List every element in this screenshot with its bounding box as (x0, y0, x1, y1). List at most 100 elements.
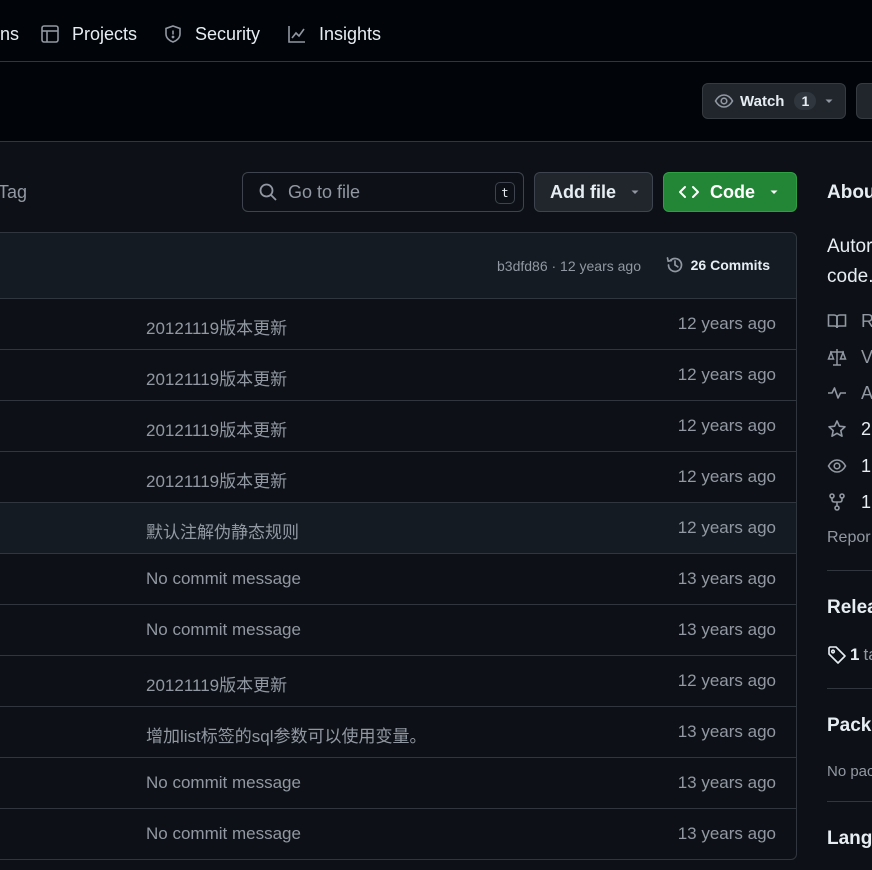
watch-label: Watch (740, 92, 785, 110)
table-row[interactable]: 默认注解伪静态规则 12 years ago (0, 503, 796, 554)
tab-security[interactable]: Security (163, 20, 260, 48)
commit-time: 12 years ago (677, 467, 776, 486)
commit-time: 12 years ago (677, 416, 776, 435)
tags-count: 1 (850, 645, 860, 664)
readme-link[interactable]: R (827, 309, 872, 333)
tags-link[interactable]: Tag (0, 182, 27, 203)
table-row[interactable]: 20121119版本更新 12 years ago (0, 452, 796, 503)
search-input[interactable] (288, 181, 488, 203)
license-label: V (861, 346, 872, 367)
table-row[interactable]: 20121119版本更新 12 years ago (0, 401, 796, 452)
commit-message[interactable]: 20121119版本更新 (146, 365, 287, 390)
commit-time: 13 years ago (677, 722, 776, 741)
table-row[interactable]: No commit message 13 years ago (0, 605, 796, 656)
activity-link[interactable]: A (827, 381, 872, 405)
license-link[interactable]: V (827, 345, 872, 369)
divider (827, 688, 872, 689)
divider (827, 570, 872, 571)
packages-heading[interactable]: Packa (827, 715, 872, 737)
forks-link[interactable]: 1 (827, 490, 871, 514)
commit-time: 13 years ago (677, 620, 776, 639)
description-line-2: code. (827, 266, 872, 287)
watchers-link[interactable]: 1 (827, 454, 871, 478)
no-packages-text: No pac (827, 763, 872, 780)
tab-insights-label: Insights (319, 23, 382, 44)
law-icon (827, 347, 847, 367)
file-table: b3dfd86 · 12 years ago 26 Commits 201211… (0, 232, 797, 860)
chevron-down-icon (769, 187, 779, 197)
table-row[interactable]: 20121119版本更新 12 years ago (0, 656, 796, 707)
tab-security-label: Security (195, 23, 261, 44)
fork-button[interactable] (856, 83, 872, 119)
description-line-1: Autor (827, 236, 872, 257)
add-file-button[interactable]: Add file (534, 172, 653, 212)
table-row[interactable]: No commit message 13 years ago (0, 758, 796, 809)
repo-description: Autor code. (827, 232, 872, 292)
commit-message[interactable]: 默认注解伪静态规则 (146, 518, 299, 543)
code-icon (678, 182, 700, 202)
stars-link[interactable]: 2 (827, 417, 871, 441)
commit-time: 13 years ago (677, 569, 776, 588)
table-row[interactable]: No commit message 13 years ago (0, 554, 796, 605)
eye-icon (827, 456, 847, 476)
chevron-down-icon (630, 187, 640, 197)
commit-time: 12 years ago (677, 314, 776, 333)
tags-word: ta (863, 645, 872, 664)
commit-message[interactable]: 20121119版本更新 (146, 467, 287, 492)
commits-link[interactable]: 26 Commits (665, 255, 770, 275)
fork-icon (827, 492, 847, 512)
commit-message[interactable]: 增加list标签的sql参数可以使用变量。 (146, 722, 427, 747)
book-icon (827, 311, 847, 331)
eye-icon (714, 91, 734, 111)
commit-time: 12 years ago (677, 671, 776, 690)
pulse-icon (827, 383, 847, 403)
latest-commit-meta[interactable]: b3dfd86 · 12 years ago (497, 258, 641, 274)
tab-actions-label: ns (0, 23, 20, 44)
commit-message[interactable]: No commit message (146, 773, 301, 793)
commit-message[interactable]: No commit message (146, 824, 301, 844)
commit-time: 12 years ago (677, 365, 776, 384)
forks-count: 1 (861, 491, 872, 512)
table-row[interactable]: 增加list标签的sql参数可以使用变量。 13 years ago (0, 707, 796, 758)
releases-heading[interactable]: Relea (827, 597, 872, 619)
add-file-label: Add file (550, 181, 616, 202)
history-icon (665, 255, 685, 275)
tab-actions[interactable]: ns (0, 20, 19, 48)
tab-insights[interactable]: Insights (287, 20, 381, 48)
shortcut-key: t (495, 182, 515, 204)
repo-nav: ns Projects Security Insights (0, 0, 872, 62)
table-icon (40, 24, 60, 44)
tab-projects[interactable]: Projects (40, 20, 137, 48)
commit-message[interactable]: No commit message (146, 620, 301, 640)
about-heading: Abou (827, 182, 872, 203)
watch-count: 1 (794, 92, 817, 110)
commit-time: 12 years ago (677, 518, 776, 537)
commits-count: 26 Commits (690, 257, 770, 273)
star-icon (827, 419, 847, 439)
readme-label: R (861, 310, 872, 331)
report-link[interactable]: Repor (827, 529, 871, 547)
table-row[interactable]: 20121119版本更新 12 years ago (0, 350, 796, 401)
commit-message[interactable]: 20121119版本更新 (146, 416, 287, 441)
tag-icon (827, 645, 847, 665)
activity-label: A (861, 382, 872, 403)
code-button[interactable]: Code (663, 172, 797, 212)
go-to-file-search[interactable]: t (242, 172, 524, 212)
tab-projects-label: Projects (72, 23, 138, 44)
search-icon (258, 182, 278, 202)
code-label: Code (710, 181, 755, 202)
table-row[interactable]: No commit message 13 years ago (0, 809, 796, 859)
stars-count: 2 (861, 418, 872, 439)
commit-message[interactable]: No commit message (146, 569, 301, 589)
commit-message[interactable]: 20121119版本更新 (146, 314, 287, 339)
watchers-count: 1 (861, 455, 872, 476)
table-row[interactable]: 20121119版本更新 12 years ago (0, 299, 796, 350)
latest-commit-bar: b3dfd86 · 12 years ago 26 Commits (0, 233, 796, 299)
shield-icon (163, 24, 183, 44)
watch-button[interactable]: Watch 1 (702, 83, 846, 119)
tags-count-link[interactable]: 1 ta (827, 645, 872, 665)
commit-time: 13 years ago (677, 824, 776, 843)
commit-time: 13 years ago (677, 773, 776, 792)
divider (827, 801, 872, 802)
commit-message[interactable]: 20121119版本更新 (146, 671, 287, 696)
